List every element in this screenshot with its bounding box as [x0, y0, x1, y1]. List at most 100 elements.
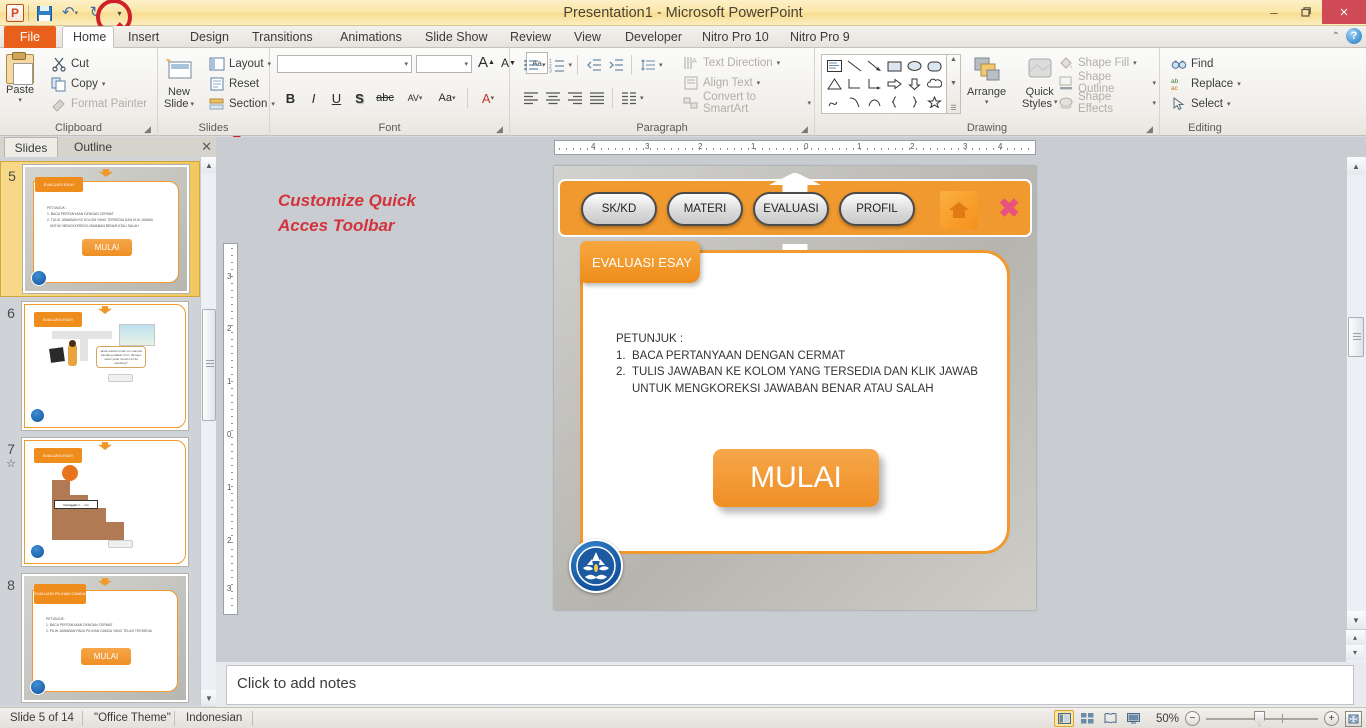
line-spacing-button[interactable]	[637, 55, 658, 75]
thumbnail-slide-8[interactable]: 8 EVALUASI PILIHAN GANDA PETUNJUK :1. BA…	[0, 571, 200, 706]
theme-name[interactable]: "Office Theme"	[84, 708, 181, 728]
close-button[interactable]: ×	[1322, 0, 1366, 24]
tab-transitions[interactable]: Transitions	[242, 26, 323, 48]
chevron-down-icon[interactable]: ▾	[1133, 59, 1137, 67]
chevron-down-icon[interactable]: ▾	[102, 80, 106, 88]
increase-indent-button[interactable]	[605, 55, 626, 75]
view-reading-button[interactable]	[1100, 710, 1120, 727]
scroll-up-button[interactable]: ▲	[201, 157, 217, 173]
nav-button-materi[interactable]: MATERI	[667, 192, 743, 226]
language[interactable]: Indonesian	[176, 708, 252, 728]
home-button[interactable]	[940, 191, 978, 229]
shape-triangle[interactable]	[824, 75, 844, 93]
scrollbar-thumb[interactable]	[202, 309, 216, 421]
tab-slide-show[interactable]: Slide Show	[415, 26, 498, 48]
find-button[interactable]: Find	[1168, 54, 1244, 74]
font-dialog-launcher[interactable]: ◢	[496, 124, 505, 134]
scroll-down-button[interactable]: ▼	[201, 690, 217, 706]
reset-button[interactable]: Reset	[206, 74, 278, 94]
next-slide-button[interactable]: ▾	[1346, 645, 1364, 660]
shapes-gallery-scroll[interactable]: ▲ ▼ ☰	[947, 54, 961, 114]
change-case-button[interactable]: Aa ▾	[432, 88, 462, 108]
shape-fill-button[interactable]: Shape Fill ▾	[1055, 53, 1159, 73]
format-painter-button[interactable]: Format Painter	[48, 94, 150, 114]
scroll-down-icon[interactable]: ▼	[950, 80, 957, 87]
animation-star-icon[interactable]: ☆	[0, 457, 22, 470]
chevron-down-icon[interactable]: ▾	[190, 100, 194, 108]
layout-button[interactable]: Layout ▾	[206, 54, 278, 74]
nav-button-profil[interactable]: PROFIL	[839, 192, 915, 226]
select-button[interactable]: Select ▾	[1168, 94, 1244, 114]
help-icon[interactable]: ?	[1346, 28, 1362, 44]
chevron-down-icon[interactable]: ▾	[464, 60, 468, 68]
bullets-button[interactable]	[520, 55, 541, 75]
slide-thumbnail-pane[interactable]: 5 EVALUASI ESAY PETUNJUK :1. BACA PERTAN…	[0, 157, 200, 706]
fit-to-window-button[interactable]	[1345, 710, 1362, 727]
tab-developer[interactable]: Developer	[615, 26, 692, 48]
italic-button[interactable]: I	[303, 88, 324, 108]
notes-pane[interactable]: Click to add notes	[216, 662, 1366, 707]
shape-left-brace[interactable]	[884, 93, 904, 111]
scrollbar-thumb[interactable]	[1348, 317, 1364, 357]
font-size-input[interactable]: ▾	[416, 55, 472, 73]
cut-button[interactable]: Cut	[48, 54, 150, 74]
editor-scrollbar[interactable]: ▲ ▼	[1346, 157, 1366, 629]
tab-review[interactable]: Review	[500, 26, 561, 48]
new-slide-button[interactable]: New Slide ▾	[163, 54, 195, 110]
scroll-down-button[interactable]: ▼	[1347, 611, 1365, 629]
shape-scribble[interactable]	[824, 93, 844, 111]
shape-effects-button[interactable]: Shape Effects ▾	[1055, 91, 1159, 115]
chevron-down-icon[interactable]: ▾	[985, 98, 989, 106]
chevron-down-icon[interactable]: ▾	[777, 59, 781, 67]
view-normal-button[interactable]	[1054, 710, 1074, 727]
zoom-in-button[interactable]: +	[1324, 711, 1339, 726]
notes-placeholder[interactable]: Click to add notes	[226, 665, 1354, 705]
thumbnail-slide-5[interactable]: 5 EVALUASI ESAY PETUNJUK :1. BACA PERTAN…	[0, 161, 200, 297]
columns-button[interactable]	[618, 88, 639, 108]
shape-right-arrow[interactable]	[884, 75, 904, 93]
tab-nitro-pro-9[interactable]: Nitro Pro 9	[780, 26, 860, 48]
numbering-button[interactable]: 123	[547, 55, 568, 75]
collapse-ribbon-icon[interactable]: ⌃	[1332, 31, 1340, 42]
scroll-up-button[interactable]: ▲	[1347, 157, 1365, 175]
font-name-input[interactable]: ▾	[277, 55, 412, 73]
tab-file[interactable]: File	[4, 26, 56, 48]
replace-button[interactable]: ab ac Replace ▾	[1168, 74, 1244, 94]
restore-button[interactable]	[1290, 0, 1322, 24]
zoom-level[interactable]: 50%	[1149, 713, 1179, 725]
tab-home[interactable]: Home	[62, 26, 114, 48]
shape-curve[interactable]	[844, 93, 864, 111]
thumbnail-slide-7[interactable]: 7 ☆ EVALUASI ESAY Ketinggian = ... cm	[0, 435, 200, 571]
nav-button-skkd[interactable]: SK/KD	[581, 192, 657, 226]
slide-counter[interactable]: Slide 5 of 14	[0, 708, 84, 728]
justify-button[interactable]	[586, 88, 607, 108]
shape-elbow-connector[interactable]	[844, 75, 864, 93]
zoom-out-button[interactable]: −	[1185, 711, 1200, 726]
paragraph-dialog-launcher[interactable]: ◢	[801, 124, 810, 134]
shape-cloud[interactable]	[924, 75, 944, 93]
chevron-down-icon[interactable]: ▾	[18, 96, 22, 104]
shape-down-arrow[interactable]	[904, 75, 924, 93]
chevron-down-icon[interactable]: ▾	[640, 94, 644, 102]
character-spacing-button[interactable]: AV ▾	[400, 88, 430, 108]
shapes-more-icon[interactable]: ☰	[950, 104, 956, 112]
shape-line[interactable]	[844, 57, 864, 75]
chevron-down-icon[interactable]: ▾	[542, 61, 546, 69]
previous-slide-button[interactable]: ▴	[1346, 630, 1364, 645]
shape-textbox[interactable]	[824, 57, 844, 75]
zoom-slider-handle[interactable]	[1254, 711, 1265, 726]
shape-rectangle[interactable]	[884, 57, 904, 75]
section-button[interactable]: Section ▾	[206, 94, 278, 114]
slide-nav-buttons[interactable]: ▴ ▾	[1346, 630, 1366, 662]
align-right-button[interactable]	[564, 88, 585, 108]
bold-button[interactable]: B	[280, 88, 301, 108]
chevron-down-icon[interactable]: ▾	[807, 99, 811, 107]
chevron-down-icon[interactable]: ▾	[404, 60, 408, 68]
shape-star[interactable]	[924, 93, 944, 111]
shape-arc[interactable]	[864, 93, 884, 111]
chevron-down-icon[interactable]: ▾	[1227, 100, 1231, 108]
slide-nav-bar[interactable]: SK/KD MATERI EVALUASI PROFIL ✖	[558, 172, 1032, 270]
convert-to-smartart-button[interactable]: Convert to SmartArt ▾	[680, 91, 814, 115]
chevron-down-icon[interactable]: ▾	[757, 79, 761, 87]
slide-pane-scrollbar[interactable]: ▲ ▼	[200, 157, 217, 706]
